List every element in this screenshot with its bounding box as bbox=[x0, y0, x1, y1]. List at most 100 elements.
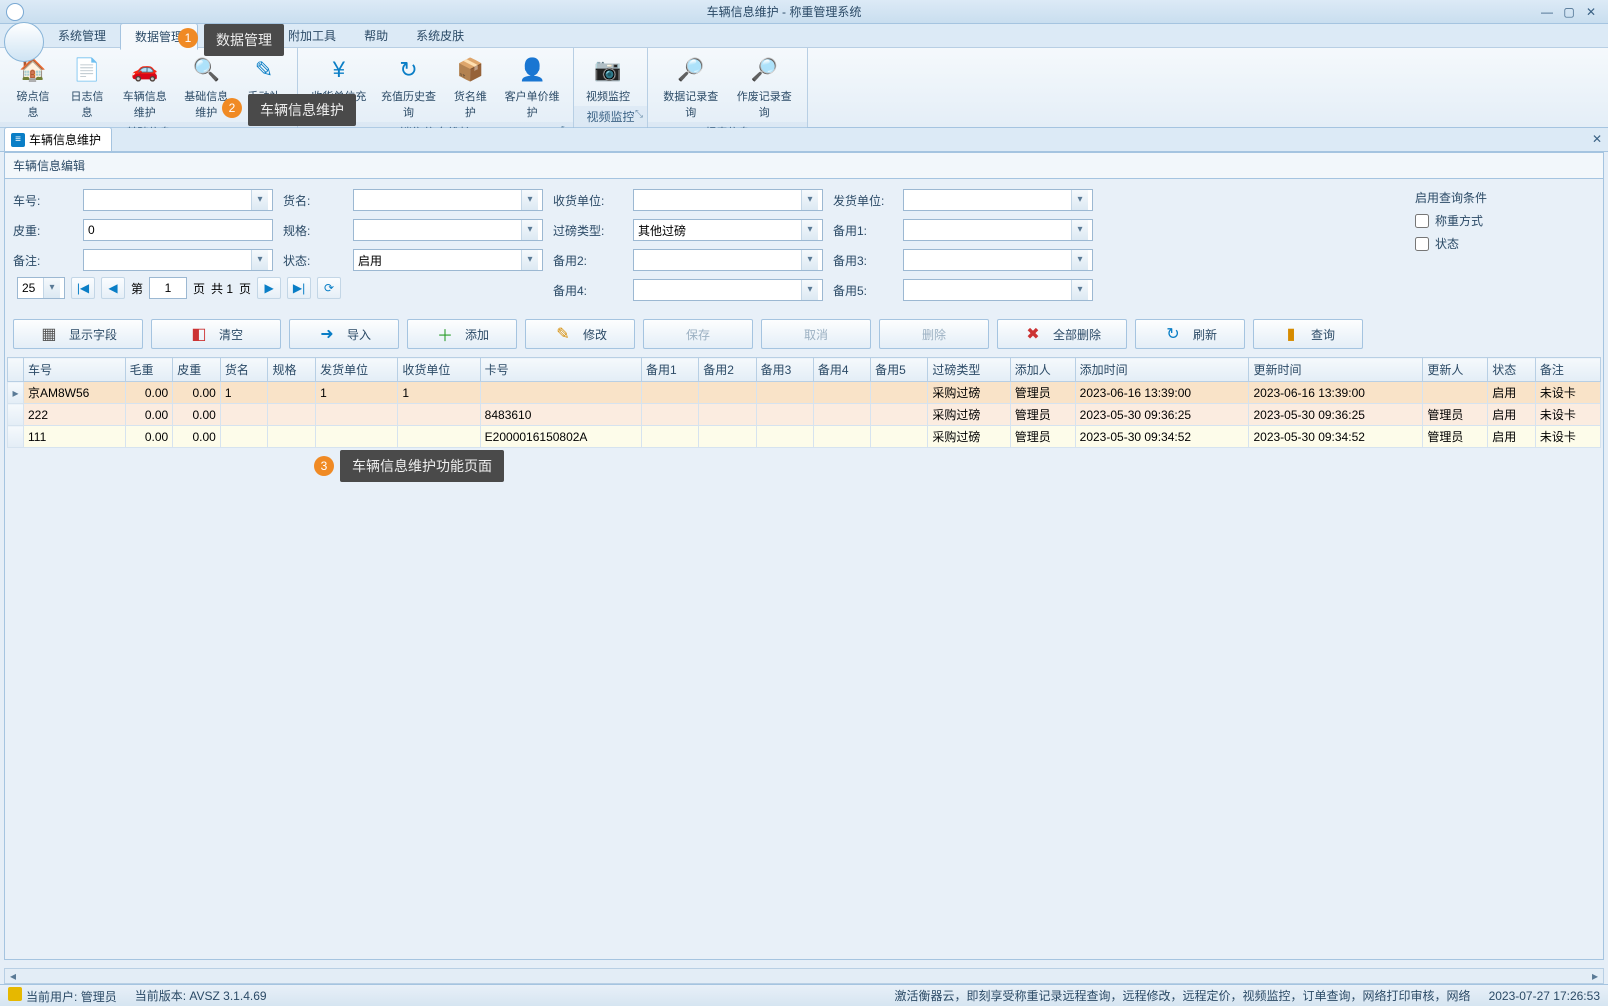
col-header[interactable]: 状态 bbox=[1488, 358, 1536, 382]
col-header[interactable]: 卡号 bbox=[480, 358, 641, 382]
table-row[interactable]: 1110.000.00E2000016150802A采购过磅管理员2023-05… bbox=[8, 426, 1601, 448]
refresh-button[interactable]: ↻刷新 bbox=[1135, 319, 1245, 349]
weigh-type-select[interactable]: 其他过磅 bbox=[633, 219, 823, 241]
status-select[interactable]: 启用 bbox=[353, 249, 543, 271]
scroll-right-button[interactable]: ▸ bbox=[1587, 969, 1603, 983]
tare-input[interactable]: 0 bbox=[83, 219, 273, 241]
last-page-button[interactable]: ▶| bbox=[287, 277, 311, 299]
col-header[interactable]: 规格 bbox=[268, 358, 316, 382]
menu-system-manage[interactable]: 系统管理 bbox=[44, 23, 120, 48]
tab-icon: ≡ bbox=[11, 133, 25, 147]
ribbon-goods-maint[interactable]: 📦货名维护 bbox=[443, 52, 497, 122]
opt-weigh-method[interactable]: 称重方式 bbox=[1415, 212, 1595, 229]
col-header[interactable]: 毛重 bbox=[125, 358, 173, 382]
scroll-left-button[interactable]: ◂ bbox=[5, 969, 21, 983]
add-button[interactable]: ＋添加 bbox=[407, 319, 517, 349]
horizontal-scrollbar[interactable]: ◂ ▸ bbox=[4, 968, 1604, 984]
col-header[interactable]: 添加人 bbox=[1010, 358, 1075, 382]
col-header[interactable]: 皮重 bbox=[173, 358, 221, 382]
search-doc-icon: 🔍 bbox=[190, 54, 222, 86]
ribbon-void-query[interactable]: 🔎作废记录查询 bbox=[728, 52, 802, 122]
pencil-icon: ✎ bbox=[553, 324, 573, 344]
col-header[interactable]: 备用4 bbox=[813, 358, 870, 382]
import-icon: ➜ bbox=[317, 324, 337, 344]
spare3-input[interactable] bbox=[903, 249, 1093, 271]
spec-input[interactable] bbox=[353, 219, 543, 241]
table-row[interactable]: ▸京AM8W560.000.00111采购过磅管理员2023-06-16 13:… bbox=[8, 382, 1601, 404]
data-table[interactable]: 车号毛重皮重货名规格发货单位收货单位卡号备用1备用2备用3备用4备用5过磅类型添… bbox=[7, 357, 1601, 448]
col-header[interactable]: 发货单位 bbox=[316, 358, 398, 382]
col-header[interactable]: 车号 bbox=[24, 358, 126, 382]
status-datetime: 2023-07-27 17:26:53 bbox=[1489, 989, 1600, 1003]
save-button[interactable]: 保存 bbox=[643, 319, 753, 349]
status-marquee: 激活衡器云，即刻享受称重记录远程查询，远程修改，远程定价，视频监控，订单查询，网… bbox=[895, 987, 1471, 1004]
spare5-input[interactable] bbox=[903, 279, 1093, 301]
col-header[interactable]: 收货单位 bbox=[398, 358, 480, 382]
col-header[interactable]: 更新时间 bbox=[1249, 358, 1423, 382]
col-header[interactable]: 备用3 bbox=[756, 358, 813, 382]
col-header[interactable]: 备用1 bbox=[642, 358, 699, 382]
page-size-select[interactable]: 25 bbox=[17, 277, 65, 299]
opt-status[interactable]: 状态 bbox=[1415, 235, 1595, 252]
query-options-header: 启用查询条件 bbox=[1415, 189, 1595, 206]
col-header[interactable]: 添加时间 bbox=[1075, 358, 1249, 382]
spare2-input[interactable] bbox=[633, 249, 823, 271]
table-row[interactable]: 2220.000.008483610采购过磅管理员2023-05-30 09:3… bbox=[8, 404, 1601, 426]
menu-addon-tools[interactable]: 附加工具 bbox=[274, 23, 350, 48]
menu-help[interactable]: 帮助 bbox=[350, 23, 402, 48]
group-launcher-icon[interactable]: ⤡ bbox=[635, 109, 643, 120]
ribbon-vehicle-maint[interactable]: 🚗车辆信息维护 bbox=[114, 52, 176, 122]
ribbon-customer-price[interactable]: 👤客户单价维护 bbox=[497, 52, 567, 122]
doc-tab-label: 车辆信息维护 bbox=[29, 131, 101, 148]
ribbon-video-monitor[interactable]: 📷视频监控 bbox=[580, 52, 636, 106]
callout-2: 车辆信息维护 bbox=[248, 94, 356, 126]
ribbon-scale-info[interactable]: 🏠磅点信息 bbox=[6, 52, 60, 122]
minimize-button[interactable]: — bbox=[1536, 4, 1558, 20]
col-header[interactable]: 货名 bbox=[220, 358, 268, 382]
callout-badge-3: 3 bbox=[314, 456, 334, 476]
next-page-button[interactable]: ▶ bbox=[257, 277, 281, 299]
import-button[interactable]: ➜导入 bbox=[289, 319, 399, 349]
ribbon-recharge-history[interactable]: ↻充值历史查询 bbox=[374, 52, 444, 122]
edit-button[interactable]: ✎修改 bbox=[525, 319, 635, 349]
prev-page-button[interactable]: ◀ bbox=[101, 277, 125, 299]
delete-button[interactable]: 删除 bbox=[879, 319, 989, 349]
report-search-icon: 🔎 bbox=[675, 54, 707, 86]
reload-button[interactable]: ⟳ bbox=[317, 277, 341, 299]
query-button[interactable]: ▮查询 bbox=[1253, 319, 1363, 349]
col-header[interactable]: 备注 bbox=[1535, 358, 1600, 382]
doc-tab-close-button[interactable]: ✕ bbox=[1592, 132, 1602, 146]
status-bar: 当前用户: 管理员 当前版本: AVSZ 3.1.4.69 激活衡器云，即刻享受… bbox=[0, 984, 1608, 1006]
ribbon-data-query[interactable]: 🔎数据记录查询 bbox=[654, 52, 728, 122]
menu-skin[interactable]: 系统皮肤 bbox=[402, 23, 478, 48]
spare4-input[interactable] bbox=[633, 279, 823, 301]
col-header[interactable]: 过磅类型 bbox=[928, 358, 1010, 382]
user-icon bbox=[8, 987, 22, 1001]
clear-button[interactable]: ◧清空 bbox=[151, 319, 281, 349]
ribbon-group-video: 视频监控⤡ bbox=[574, 106, 647, 128]
doc-tab-vehicle[interactable]: ≡ 车辆信息维护 bbox=[4, 127, 112, 151]
recv-unit-input[interactable] bbox=[633, 189, 823, 211]
maximize-button[interactable]: ▢ bbox=[1558, 4, 1580, 20]
remark-input[interactable] bbox=[83, 249, 273, 271]
action-buttons: ▦显示字段 ◧清空 ➜导入 ＋添加 ✎修改 保存 取消 删除 ✖全部删除 ↻刷新… bbox=[5, 315, 1603, 357]
page-number-input[interactable] bbox=[149, 277, 187, 299]
ribbon-log-info[interactable]: 📄日志信息 bbox=[60, 52, 114, 122]
show-fields-button[interactable]: ▦显示字段 bbox=[13, 319, 143, 349]
delete-all-button[interactable]: ✖全部删除 bbox=[997, 319, 1127, 349]
col-header[interactable]: 更新人 bbox=[1423, 358, 1488, 382]
app-main-logo-icon bbox=[4, 22, 44, 62]
goods-input[interactable] bbox=[353, 189, 543, 211]
callout-1: 数据管理 bbox=[204, 24, 284, 56]
vehicle-no-input[interactable] bbox=[83, 189, 273, 211]
chart-icon: ▮ bbox=[1281, 324, 1301, 344]
cancel-button[interactable]: 取消 bbox=[761, 319, 871, 349]
callout-3: 车辆信息维护功能页面 bbox=[340, 450, 504, 482]
callout-badge-1: 1 bbox=[178, 28, 198, 48]
spare1-input[interactable] bbox=[903, 219, 1093, 241]
col-header[interactable]: 备用2 bbox=[699, 358, 756, 382]
send-unit-input[interactable] bbox=[903, 189, 1093, 211]
close-button[interactable]: ✕ bbox=[1580, 4, 1602, 20]
first-page-button[interactable]: |◀ bbox=[71, 277, 95, 299]
col-header[interactable]: 备用5 bbox=[871, 358, 928, 382]
